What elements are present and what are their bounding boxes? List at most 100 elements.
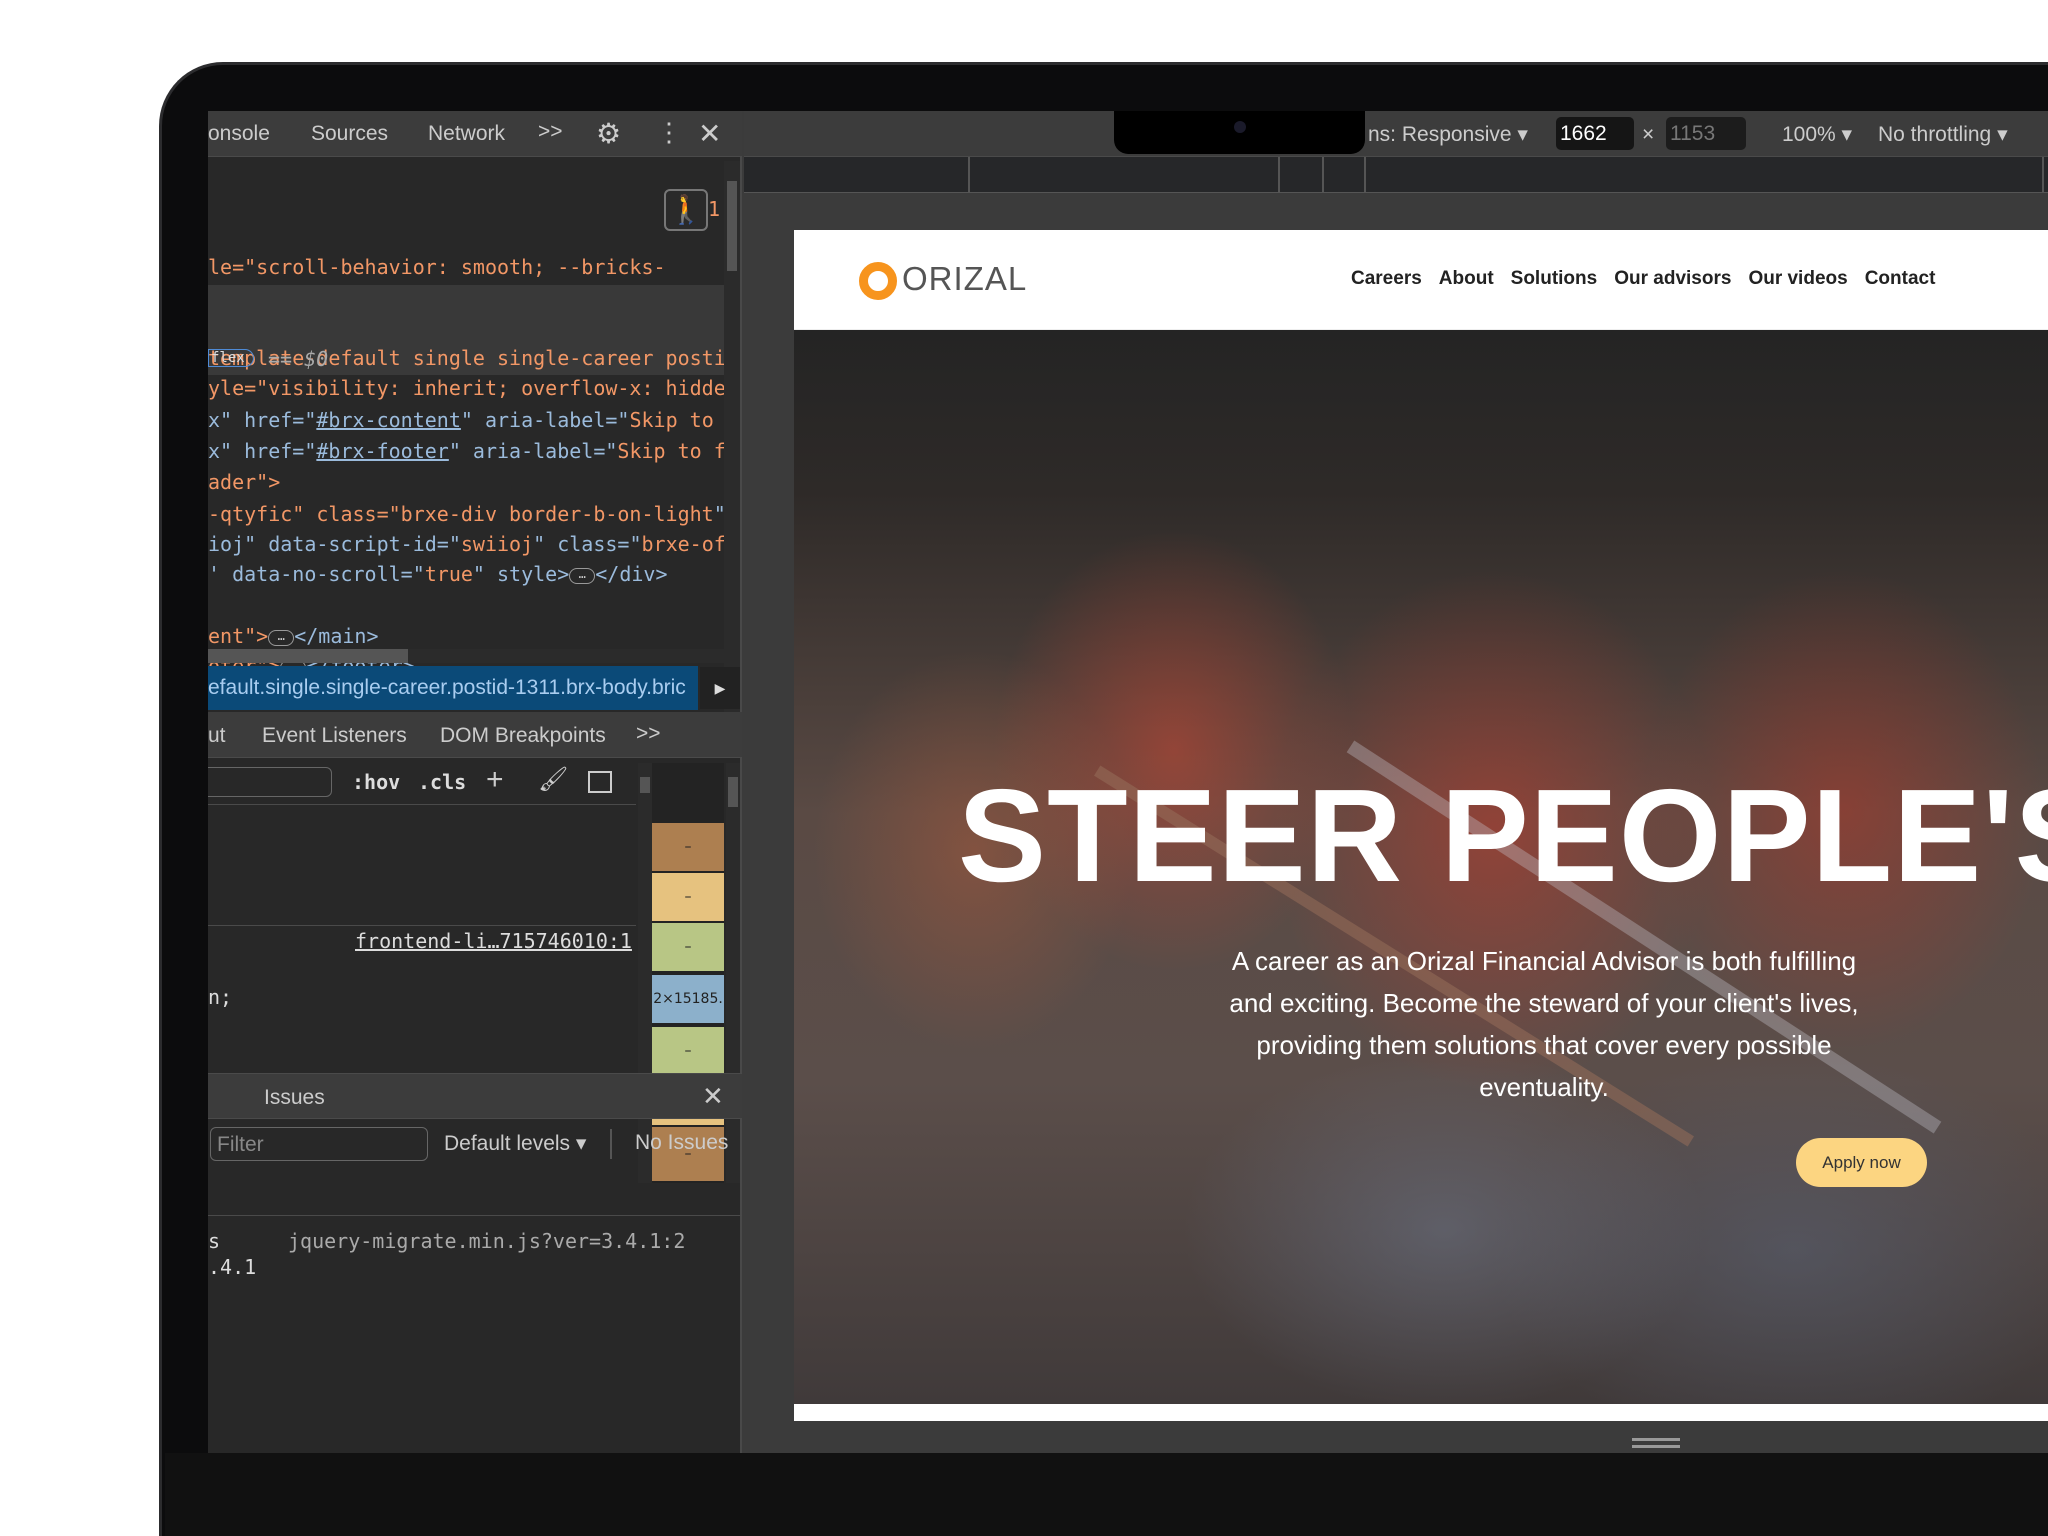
code-line[interactable]: x" href="#brx-content" aria-label="Skip …: [208, 408, 724, 432]
code-token: brxe-of: [641, 532, 725, 556]
logo-ring-icon[interactable]: [859, 262, 897, 300]
code-line[interactable]: x" href="#brx-footer" aria-label="Skip t…: [208, 439, 724, 463]
tab-issues[interactable]: Issues: [264, 1086, 325, 1110]
zoom-label: 100%: [1782, 123, 1836, 146]
code-token: " aria-label=": [460, 408, 630, 432]
tab-layout[interactable]: ut: [208, 724, 226, 748]
tab-sources[interactable]: Sources: [311, 122, 388, 146]
nav-careers[interactable]: Careers: [1351, 268, 1422, 289]
box-model-scrollbar[interactable]: [726, 763, 740, 1183]
tab-network[interactable]: Network: [428, 122, 505, 146]
ellipsis-icon[interactable]: …: [569, 567, 596, 584]
code-token: swiioj: [460, 532, 534, 556]
panel-tabbar: ut Event Listeners DOM Breakpoints >>: [208, 712, 742, 758]
code-token: " style>: [472, 562, 570, 586]
code-line[interactable]: ent">… </main>: [208, 624, 379, 648]
main-nav: Careers About Solutions Our advisors Our vid…: [1334, 268, 1935, 290]
code-token: ">: [714, 502, 724, 526]
nav-about[interactable]: About: [1439, 268, 1494, 289]
code-line[interactable]: -qtyfic" class="brxe-div border-b-on-lig…: [208, 502, 724, 526]
nav-solutions[interactable]: Solutions: [1511, 268, 1598, 289]
issues-count[interactable]: No Issues: [635, 1131, 728, 1155]
code-line[interactable]: yle="visibility: inherit; overflow-x: hi…: [208, 376, 724, 400]
box-model-band: –: [652, 923, 724, 971]
code-token: ent">: [208, 624, 269, 648]
hero-description-line: eventuality.: [1479, 1072, 1609, 1102]
device-toolbar: ns: Responsive ▾ 1662 × 1153 100% ▾ No t…: [744, 111, 2048, 157]
breadcrumb: efault.single.single-career.postid-1311.…: [208, 666, 698, 710]
laptop-chin: [165, 1453, 2048, 1536]
height-input[interactable]: 1153: [1666, 117, 1746, 150]
more-tabs-icon[interactable]: >>: [538, 120, 563, 144]
console-source-link[interactable]: jquery-migrate.min.js?ver=3.4.1:2: [288, 1229, 685, 1253]
hov-toggle[interactable]: :hov: [352, 770, 400, 794]
elements-scrollbar[interactable]: [724, 161, 740, 753]
code-token: ader">: [208, 470, 281, 494]
toggle-sidebar-icon[interactable]: [588, 771, 612, 793]
console-message: s: [208, 1229, 221, 1253]
tab-console[interactable]: onsole: [208, 122, 270, 146]
default-levels-dropdown[interactable]: Default levels ▾: [444, 1131, 586, 1156]
height-value: 1153: [1670, 122, 1716, 145]
code-token: true: [424, 562, 473, 586]
accessibility-icon[interactable]: 🚶: [664, 189, 708, 231]
source-link[interactable]: frontend-li…715746010:1: [355, 929, 632, 953]
box-model-content: 2×15185.: [652, 975, 724, 1023]
code-token: ioj" data-script-id=": [208, 532, 461, 556]
code-token: #brx-content: [316, 408, 461, 432]
code-token: #brx-footer: [316, 439, 449, 463]
paint-brush-icon[interactable]: 🖌: [538, 765, 568, 794]
styles-toolbar: :hov .cls + 🖌: [208, 759, 636, 805]
code-line[interactable]: ' data-no-scroll="true" style>… </div>: [208, 562, 668, 586]
selected-marker: == $0: [268, 347, 329, 371]
code-token: </main>: [294, 624, 379, 648]
code-token: le="scroll-behavior: smooth; --bricks-: [208, 255, 666, 279]
close-icon[interactable]: ✕: [698, 117, 721, 150]
new-style-rule-icon[interactable]: +: [486, 763, 504, 797]
media-query-ruler[interactable]: [744, 157, 2048, 193]
close-drawer-icon[interactable]: ✕: [702, 1081, 724, 1112]
more-options-icon[interactable]: ⋮: [656, 117, 682, 148]
dimensions-label: ns: Responsive: [1368, 123, 1512, 146]
filter-placeholder: Filter: [217, 1133, 264, 1156]
resize-handle[interactable]: [1632, 1438, 1680, 1448]
breadcrumb-scroll-right-icon[interactable]: ▶: [700, 667, 740, 709]
horizontal-scrollbar[interactable]: [208, 649, 724, 663]
nav-our-advisors[interactable]: Our advisors: [1614, 268, 1731, 289]
apply-now-button[interactable]: Apply now: [1796, 1138, 1927, 1187]
rule-divider: [208, 925, 636, 926]
styles-scrollbar[interactable]: [638, 763, 652, 1183]
devtools-panel: onsole Sources Network >> ⚙ ⋮ ✕ le="scro…: [208, 111, 742, 1453]
code-token: yle="visibility: inherit; overflow-x: hi…: [208, 376, 724, 400]
console-filter-input[interactable]: Filter: [210, 1127, 428, 1161]
width-input[interactable]: 1662: [1556, 117, 1634, 150]
dimensions-dropdown[interactable]: ns: Responsive ▾: [1368, 122, 1528, 147]
console-divider: [208, 1215, 742, 1216]
flex-badge[interactable]: flex: [208, 349, 254, 367]
throttling-label: No throttling: [1878, 123, 1992, 146]
tab-dom-breakpoints[interactable]: DOM Breakpoints: [440, 724, 606, 748]
cls-toggle[interactable]: .cls: [418, 770, 466, 794]
code-line[interactable]: ioj" data-script-id="swiioj" class="brxe…: [208, 532, 724, 556]
site-header: ORIZAL Careers About Solutions Our advisors…: [794, 230, 2048, 330]
hero-description-line: providing them solutions that cover ever…: [1256, 1030, 1832, 1060]
box-model-band: –: [652, 823, 724, 871]
more-panel-tabs-icon[interactable]: >>: [636, 722, 661, 746]
code-token: " class=": [533, 532, 642, 556]
nav-contact[interactable]: Contact: [1865, 268, 1936, 289]
code-token: x" href=": [208, 439, 317, 463]
code-token: -qtyfic" class=": [208, 502, 401, 526]
nav-our-videos[interactable]: Our videos: [1748, 268, 1847, 289]
ellipsis-icon[interactable]: …: [268, 629, 295, 646]
logo[interactable]: ORIZAL: [902, 260, 1027, 298]
styles-filter-input[interactable]: [208, 767, 332, 797]
settings-gear-icon[interactable]: ⚙: [596, 117, 621, 150]
code-token: Skip to m: [629, 408, 724, 432]
tab-event-listeners[interactable]: Event Listeners: [262, 724, 407, 748]
zoom-dropdown[interactable]: 100% ▾: [1782, 122, 1852, 147]
code-line[interactable]: ader">: [208, 470, 280, 494]
breadcrumb-path[interactable]: efault.single.single-career.postid-1311.…: [208, 676, 686, 700]
throttling-dropdown[interactable]: No throttling ▾: [1878, 122, 2008, 147]
camera-notch: [1114, 111, 1365, 154]
code-line[interactable]: le="scroll-behavior: smooth; --bricks-: [208, 255, 666, 279]
